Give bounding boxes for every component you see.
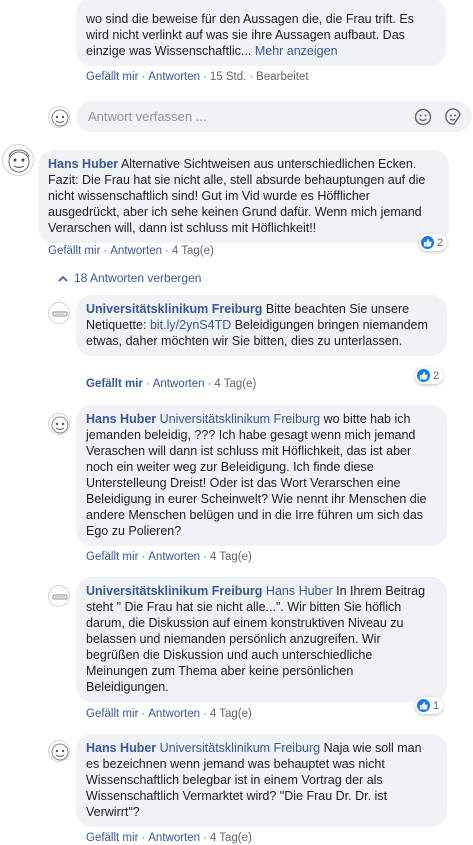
- avatar[interactable]: [48, 740, 70, 762]
- mention-link[interactable]: Universitätsklinikum Freiburg: [160, 741, 320, 755]
- timestamp[interactable]: 4 Tag(e): [172, 245, 214, 257]
- reply-input[interactable]: [86, 108, 408, 125]
- chevron-up-icon: [58, 275, 68, 282]
- reply-link[interactable]: Antworten: [148, 708, 200, 720]
- comment-author[interactable]: Hans Huber: [48, 157, 118, 171]
- timestamp[interactable]: 4 Tag(e): [210, 551, 252, 563]
- reply-link[interactable]: Antworten: [148, 551, 200, 563]
- like-link[interactable]: Gefällt mir: [86, 708, 138, 720]
- timestamp[interactable]: 15 Std.: [210, 71, 246, 83]
- comment-text: wo sind die beweise für den Aussagen die…: [86, 12, 414, 58]
- show-more-link[interactable]: Mehr anzeigen: [255, 44, 338, 58]
- reply-text: In Ihrem Beitrag steht " Die Frau hat si…: [86, 584, 426, 694]
- mention-link[interactable]: Universitätsklinikum Freiburg: [160, 412, 320, 426]
- reply-link[interactable]: Antworten: [148, 71, 200, 83]
- reply-actions: Gefällt mir · Antworten · 4 Tag(e): [86, 378, 257, 390]
- reply-actions: Gefällt mir · Antworten · 4 Tag(e): [86, 708, 252, 720]
- reply-bubble: Universitätsklinikum Freiburg Bitte beac…: [76, 295, 447, 356]
- like-link[interactable]: Gefällt mir: [86, 378, 143, 390]
- like-icon: [417, 699, 430, 712]
- comment-actions: Gefällt mir · Antworten · 4 Tag(e): [48, 245, 214, 257]
- reply-bubble: Hans Huber Universitätsklinikum Freiburg…: [76, 405, 447, 546]
- reply-composer: [76, 101, 472, 132]
- reaction-number: 2: [433, 369, 440, 382]
- edited-label: Bearbeitet: [256, 71, 309, 83]
- avatar[interactable]: [48, 106, 70, 128]
- reply-actions: Gefällt mir · Antworten · 4 Tag(e): [86, 551, 252, 563]
- reply-text: wo bitte hab ich jemanden beleidig, ??? …: [86, 412, 427, 538]
- reply-link[interactable]: Antworten: [148, 832, 200, 844]
- reaction-number: 1: [433, 699, 440, 712]
- reply-bubble: Universitätsklinikum Freiburg Hans Huber…: [76, 577, 447, 702]
- reaction-count[interactable]: 1: [415, 697, 444, 714]
- like-link[interactable]: Gefällt mir: [48, 245, 100, 257]
- reply-author[interactable]: Hans Huber: [86, 741, 156, 755]
- comment-bubble: wo sind die beweise für den Aussagen die…: [76, 0, 446, 66]
- timestamp[interactable]: 4 Tag(e): [210, 708, 252, 720]
- comment-actions: Gefällt mir · Antworten · 15 Std. · Bearbeitet: [86, 71, 309, 83]
- like-link[interactable]: Gefällt mir: [86, 71, 138, 83]
- avatar[interactable]: [48, 585, 70, 607]
- emoji-icon[interactable]: [414, 108, 432, 126]
- avatar[interactable]: [48, 413, 70, 435]
- like-icon: [417, 369, 430, 382]
- like-link[interactable]: Gefällt mir: [86, 832, 138, 844]
- like-link[interactable]: Gefällt mir: [86, 551, 138, 563]
- reaction-count[interactable]: 2: [419, 234, 448, 251]
- comment-bubble: Hans Huber Alternative Sichtweisen aus u…: [38, 150, 449, 243]
- timestamp[interactable]: 4 Tag(e): [214, 378, 256, 390]
- reply-author[interactable]: Universitätsklinikum Freiburg: [86, 302, 262, 316]
- avatar[interactable]: [48, 302, 70, 324]
- reply-author[interactable]: Universitätsklinikum Freiburg: [86, 584, 262, 598]
- reaction-count[interactable]: 2: [415, 367, 444, 384]
- reaction-number: 2: [437, 236, 444, 249]
- sticker-icon[interactable]: [444, 107, 462, 126]
- like-icon: [421, 236, 434, 249]
- reply-link[interactable]: Antworten: [110, 245, 162, 257]
- avatar[interactable]: [2, 144, 34, 176]
- reply-bubble: Hans Huber Universitätsklinikum Freiburg…: [76, 734, 447, 827]
- netiquette-link[interactable]: bit.ly/2ynS4TD: [150, 318, 231, 332]
- mention-link[interactable]: Hans Huber: [266, 584, 333, 598]
- hide-replies-label: 18 Antworten verbergen: [74, 271, 202, 285]
- hide-replies-toggle[interactable]: 18 Antworten verbergen: [58, 271, 201, 285]
- reply-link[interactable]: Antworten: [153, 378, 205, 390]
- reply-actions: Gefällt mir · Antworten · 4 Tag(e): [86, 832, 252, 844]
- timestamp[interactable]: 4 Tag(e): [210, 832, 252, 844]
- reply-author[interactable]: Hans Huber: [86, 412, 156, 426]
